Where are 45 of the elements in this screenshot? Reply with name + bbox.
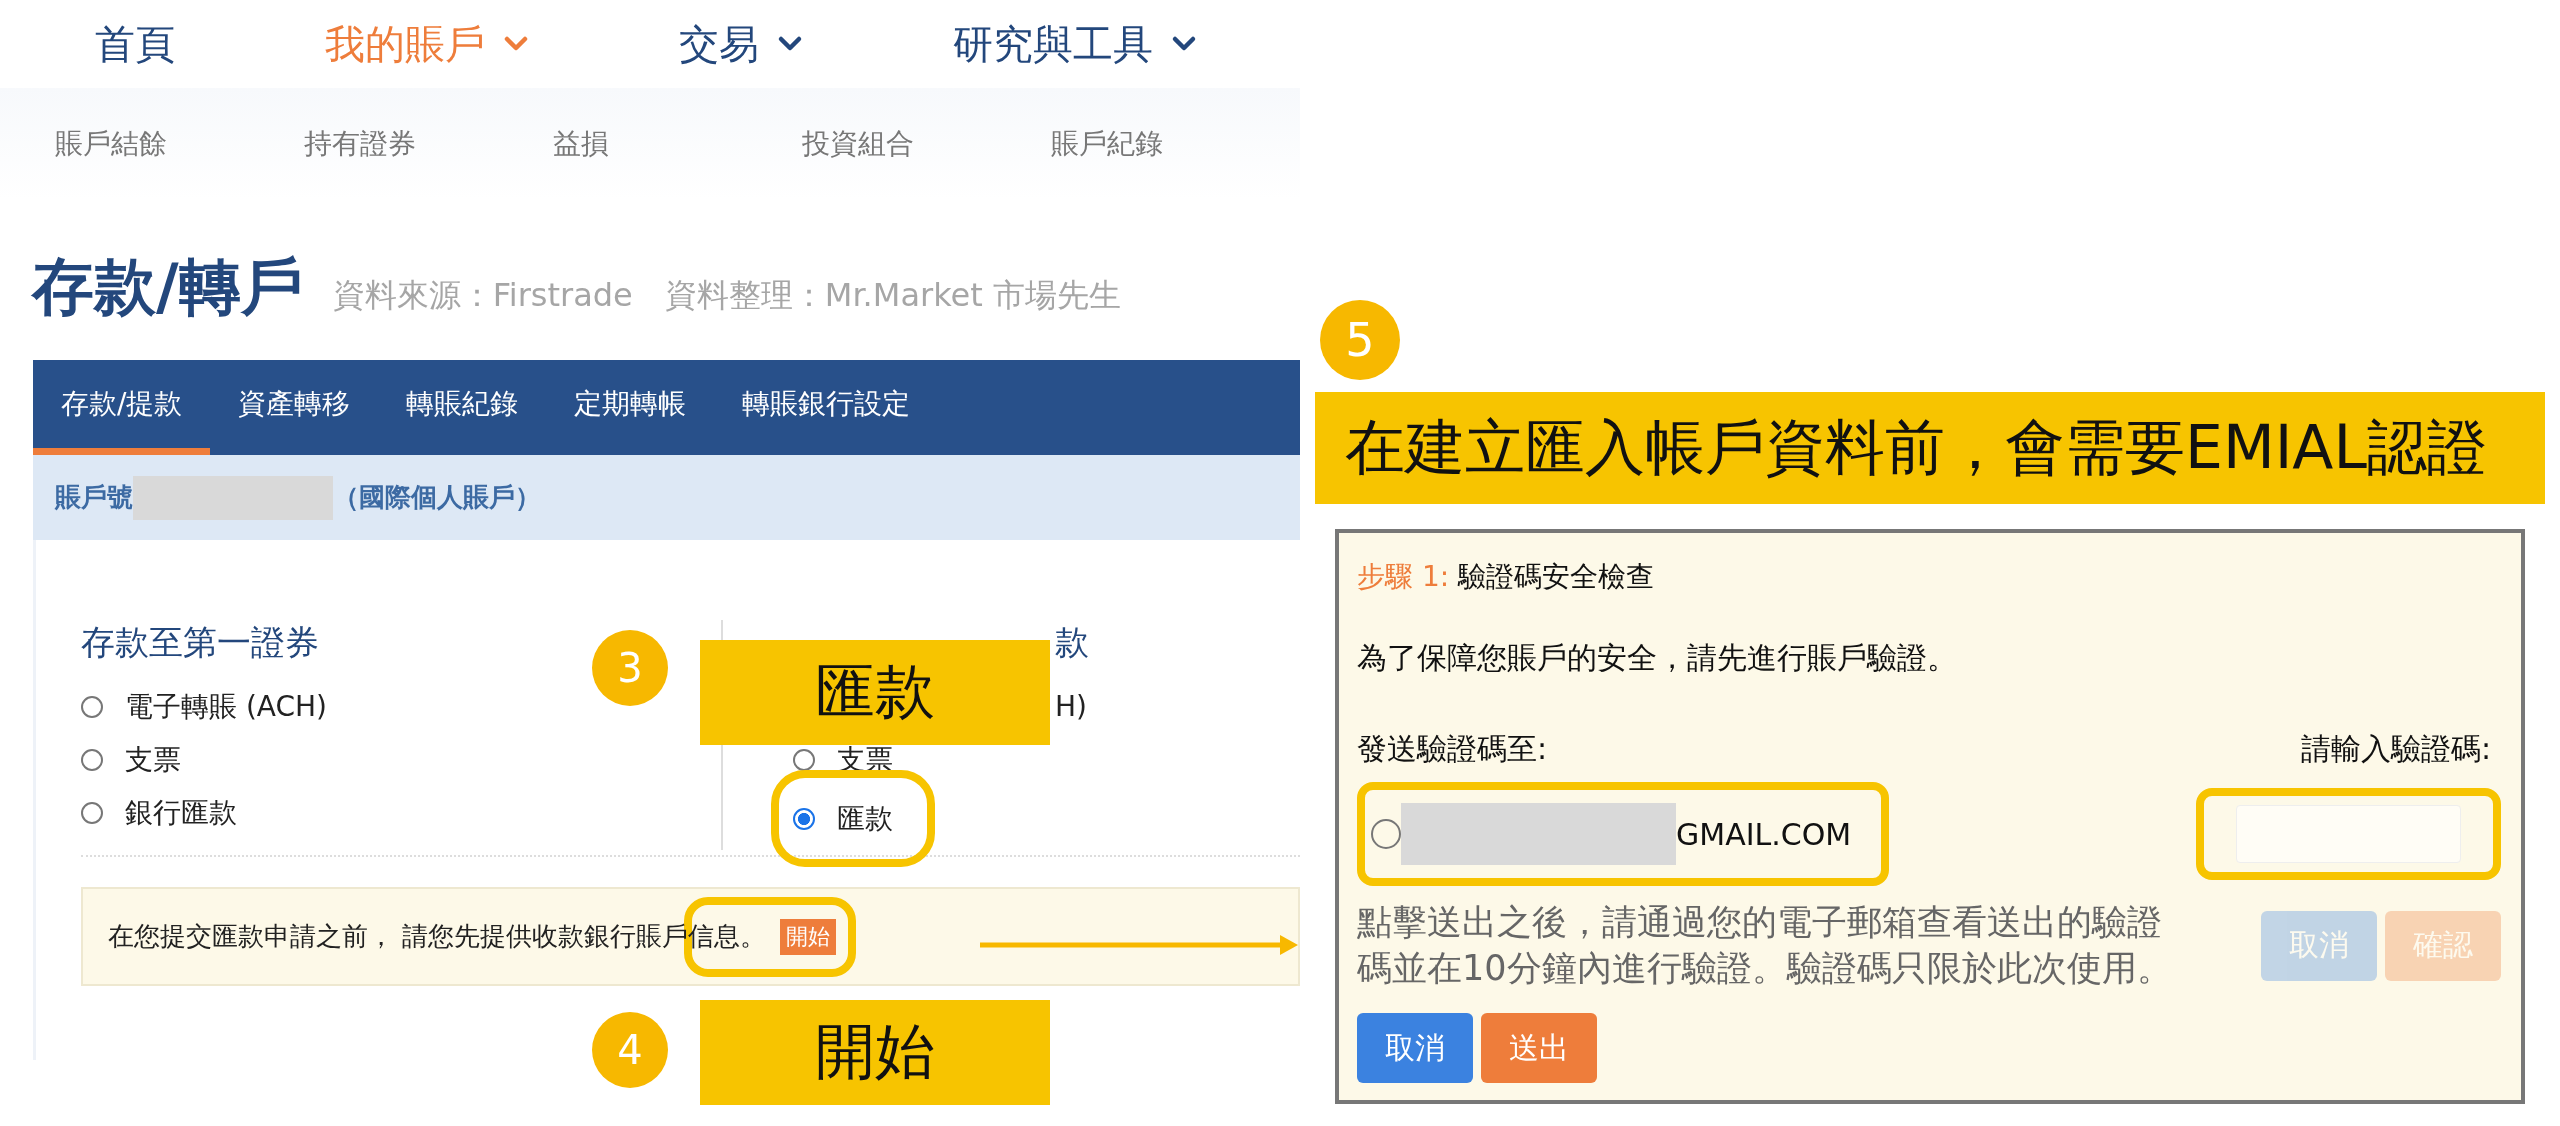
option-label: 匯款 [837,800,893,837]
section-heading: 存款至第一證券 [81,621,319,664]
account-type: （國際個人賬戶） [333,481,541,514]
nav-menu-item[interactable]: 研究與工具 [953,16,1197,72]
nav-menu-item[interactable]: 我的賬戶 [325,16,529,72]
radio-button[interactable] [81,695,103,718]
option-label: H) [1055,690,1087,723]
radio-button[interactable] [81,748,103,771]
source-caption: 資料來源：Firstrade 資料整理：Mr.Market 市場先生 [332,275,1121,316]
cancel-button[interactable]: 取消 [1357,1013,1473,1083]
tab[interactable]: 轉賬紀錄 [378,360,547,455]
hint-text: 點擊送出之後，請通過您的電子郵箱查看送出的驗證碼並在10分鐘內進行驗證。驗證碼只限於此次使用。 [1357,901,2173,990]
option-label: 銀行匯款 [125,794,237,831]
subnav-link[interactable]: 投資組合 [802,125,1051,163]
page-title: 存款/轉戶 [32,256,303,318]
nav-menu-item[interactable]: 交易 [679,16,803,72]
tab[interactable]: 資產轉移 [210,360,379,455]
subnav-link[interactable]: 持有證券 [304,125,553,163]
start-button[interactable]: 開始 [780,918,837,955]
tab[interactable]: 定期轉帳 [546,360,715,455]
option-label: 電子轉賬 (ACH) [125,688,327,725]
intro-text: 為了保障您賬戶的安全，請先進行賬戶驗證。 [1357,639,1958,677]
step-badge: 3 [592,630,668,706]
submit-button[interactable]: 送出 [1481,1013,1597,1083]
callout-label: 開始 [700,1000,1050,1105]
callout-banner: 在建立匯入帳戶資料前，會需要EMIAL認證 [1315,392,2545,504]
callout-label: 匯款 [700,640,1050,745]
step-title: 步驟 1: 驗證碼安全檢查 [1357,559,1656,595]
nav-menu-item[interactable]: 首頁 [95,16,175,72]
step-badge: 5 [1320,300,1400,380]
field-label: 發送驗證碼至: [1357,730,1548,768]
radio-button[interactable] [793,748,815,771]
tab[interactable]: 轉賬銀行設定 [714,360,939,455]
arrow-icon [980,933,1300,957]
option-label: 支票 [125,741,181,778]
subnav-link[interactable]: 賬戶結餘 [55,125,304,163]
step-badge: 4 [592,1012,668,1088]
account-label: 賬戶號 [55,481,133,514]
radio-button[interactable] [81,801,103,824]
subnav-link[interactable]: 賬戶紀錄 [1051,125,1300,163]
section-heading: 款 [1055,621,1089,664]
field-label: 請輸入驗證碼: [2300,730,2491,768]
email-text: GMAIL.COM [1676,816,1852,852]
subnav-link[interactable]: 益損 [553,125,802,163]
radio-button[interactable] [793,807,815,830]
